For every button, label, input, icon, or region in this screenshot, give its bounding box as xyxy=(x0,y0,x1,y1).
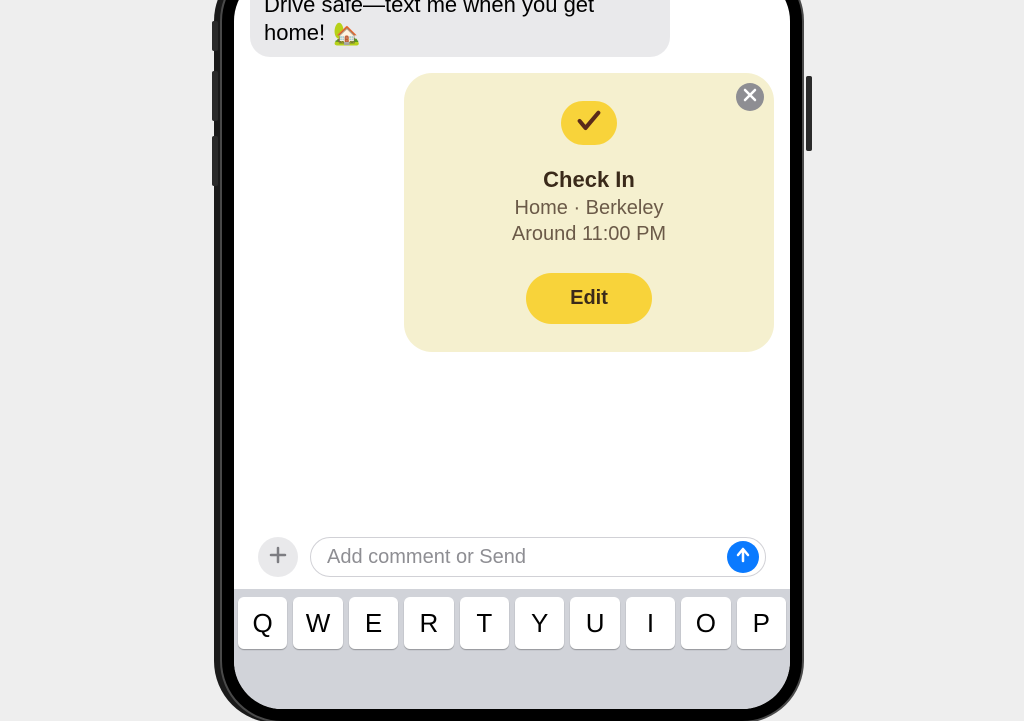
attach-button[interactable] xyxy=(258,537,298,577)
close-icon xyxy=(743,88,757,107)
plus-icon xyxy=(268,545,288,570)
edit-button[interactable]: Edit xyxy=(526,273,652,324)
compose-row xyxy=(234,529,790,589)
key-q[interactable]: Q xyxy=(238,597,287,649)
checkin-location: Home · Berkeley xyxy=(515,195,664,221)
keyboard: Q W E R T Y U I O P xyxy=(234,589,790,709)
house-emoji: 🏡 xyxy=(333,20,360,48)
arrow-up-icon xyxy=(734,546,752,569)
key-u[interactable]: U xyxy=(570,597,619,649)
checkmark-icon xyxy=(575,107,603,140)
phone-screen: Drive safe—text me when you get home! 🏡 xyxy=(234,0,790,709)
checkin-card[interactable]: Check In Home · Berkeley Around 11:00 PM… xyxy=(404,73,774,352)
checkin-time: Around 11:00 PM xyxy=(512,221,666,247)
keyboard-row-1: Q W E R T Y U I O P xyxy=(238,597,786,649)
compose-field[interactable] xyxy=(310,537,766,577)
checkin-card-container: Check In Home · Berkeley Around 11:00 PM… xyxy=(250,73,774,352)
key-t[interactable]: T xyxy=(460,597,509,649)
phone-side-button xyxy=(212,71,218,121)
key-o[interactable]: O xyxy=(681,597,730,649)
checkin-title: Check In xyxy=(543,167,635,193)
phone-side-button xyxy=(212,21,218,51)
message-text: Drive safe—text me when you get home! xyxy=(264,0,594,45)
key-w[interactable]: W xyxy=(293,597,342,649)
send-button[interactable] xyxy=(727,541,759,573)
key-p[interactable]: P xyxy=(737,597,786,649)
key-i[interactable]: I xyxy=(626,597,675,649)
phone-side-button xyxy=(212,136,218,186)
incoming-message[interactable]: Drive safe—text me when you get home! 🏡 xyxy=(250,0,670,57)
key-y[interactable]: Y xyxy=(515,597,564,649)
comment-input[interactable] xyxy=(327,546,727,569)
close-button[interactable] xyxy=(736,83,764,111)
messages-area: Drive safe—text me when you get home! 🏡 xyxy=(234,0,790,529)
phone-side-button xyxy=(806,76,812,151)
key-e[interactable]: E xyxy=(349,597,398,649)
key-r[interactable]: R xyxy=(404,597,453,649)
checkmark-badge xyxy=(561,101,617,145)
phone-frame: Drive safe—text me when you get home! 🏡 xyxy=(222,0,802,721)
